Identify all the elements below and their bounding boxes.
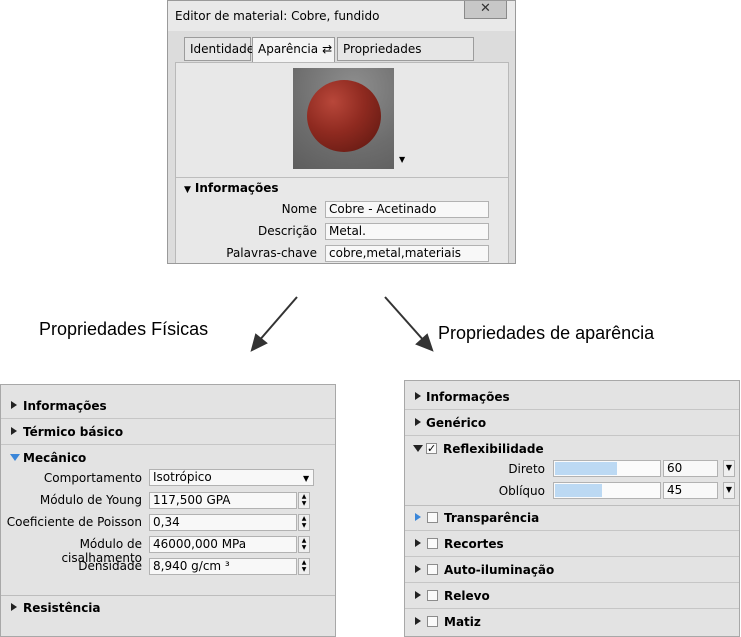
chevron-down-icon[interactable]: ▼ (723, 482, 735, 499)
section-auto-label: Auto-iluminação (444, 563, 555, 577)
obliquo-slider-fill (555, 484, 602, 497)
reflexibilidade-checkbox[interactable]: ✓ (426, 443, 437, 454)
collapsed-triangle-icon (415, 513, 421, 521)
section-auto-iluminacao[interactable]: Auto-iluminação (405, 557, 739, 583)
section-termico-label: Térmico básico (23, 425, 124, 439)
poisson-stepper[interactable]: ▲ ▼ (298, 514, 310, 531)
direto-slider[interactable] (553, 460, 661, 477)
section-generico[interactable]: Genérico (405, 410, 739, 436)
poisson-label: Coeficiente de Poisson (6, 515, 142, 529)
appearance-properties-panel: Informações Genérico ✓ Reflexibilidade D… (404, 380, 740, 637)
expanded-triangle-icon (413, 445, 423, 452)
section-resistencia-label: Resistência (23, 601, 101, 615)
density-stepper[interactable]: ▲ ▼ (298, 558, 310, 575)
section-informacoes[interactable]: Informações (1, 393, 335, 419)
collapsed-triangle-icon (11, 603, 17, 611)
section-mecanico-label: Mecânico (23, 451, 87, 465)
caption-propriedades-fisicas: Propriedades Físicas (39, 319, 209, 339)
shear-field[interactable]: 46000,000 MPa (149, 536, 297, 553)
relevo-checkbox[interactable] (427, 590, 438, 601)
section-recortes-label: Recortes (444, 537, 504, 551)
physical-properties-panel: Informações Térmico básico Mecânico Comp… (0, 384, 336, 637)
section-matiz[interactable]: Matiz (405, 609, 739, 635)
section-matiz-label: Matiz (444, 615, 481, 629)
section-recortes[interactable]: Recortes (405, 531, 739, 557)
collapsed-triangle-icon (11, 427, 17, 435)
section-termico-basico[interactable]: Térmico básico (1, 419, 335, 445)
poisson-field[interactable]: 0,34 (149, 514, 297, 531)
comportamento-label: Comportamento (43, 471, 142, 485)
section-relevo[interactable]: Relevo (405, 583, 739, 609)
collapsed-triangle-icon (415, 591, 421, 599)
obliquo-label: Oblíquo (498, 484, 545, 498)
collapsed-triangle-icon (415, 392, 421, 400)
section-mecanico[interactable]: Mecânico (1, 445, 335, 471)
collapsed-triangle-icon (11, 401, 17, 409)
recortes-checkbox[interactable] (427, 538, 438, 549)
section-informacoes-label: Informações (426, 390, 510, 404)
young-label: Módulo de Young (39, 493, 142, 507)
section-generico-label: Genérico (426, 416, 487, 430)
section-transparencia[interactable]: Transparência (405, 505, 739, 531)
obliquo-field[interactable]: 45 (663, 482, 718, 499)
young-stepper[interactable]: ▲ ▼ (298, 492, 310, 509)
arrow-left-icon (250, 296, 298, 352)
chevron-down-icon: ▼ (303, 474, 310, 483)
comportamento-value: Isotrópico (153, 470, 212, 484)
collapsed-triangle-icon (415, 539, 421, 547)
collapsed-triangle-icon (415, 617, 421, 625)
density-field[interactable]: 8,940 g/cm ³ (149, 558, 297, 575)
section-relevo-label: Relevo (444, 589, 490, 603)
young-field[interactable]: 117,500 GPA (149, 492, 297, 509)
section-transparencia-label: Transparência (444, 511, 540, 525)
section-reflexibilidade-label: Reflexibilidade (443, 442, 544, 456)
obliquo-slider[interactable] (553, 482, 661, 499)
comportamento-select[interactable]: Isotrópico ▼ (149, 469, 314, 486)
collapsed-triangle-icon (415, 565, 421, 573)
direto-field[interactable]: 60 (663, 460, 718, 477)
auto-iluminacao-checkbox[interactable] (427, 564, 438, 575)
arrow-right-icon (384, 296, 434, 352)
section-reflexibilidade[interactable]: ✓ Reflexibilidade (405, 436, 739, 462)
direto-slider-fill (555, 462, 617, 475)
matiz-checkbox[interactable] (427, 616, 438, 627)
caption-propriedades-aparencia: Propriedades de aparência (438, 323, 655, 343)
section-informacoes-label: Informações (23, 399, 107, 413)
density-label: Densidade (78, 559, 142, 573)
section-resistencia[interactable]: Resistência (1, 595, 335, 621)
direto-label: Direto (508, 462, 545, 476)
expanded-triangle-icon (10, 454, 20, 461)
transparencia-checkbox[interactable] (427, 512, 438, 523)
section-informacoes[interactable]: Informações (405, 384, 739, 410)
chevron-down-icon[interactable]: ▼ (723, 460, 735, 477)
shear-stepper[interactable]: ▲ ▼ (298, 536, 310, 553)
collapsed-triangle-icon (415, 418, 421, 426)
